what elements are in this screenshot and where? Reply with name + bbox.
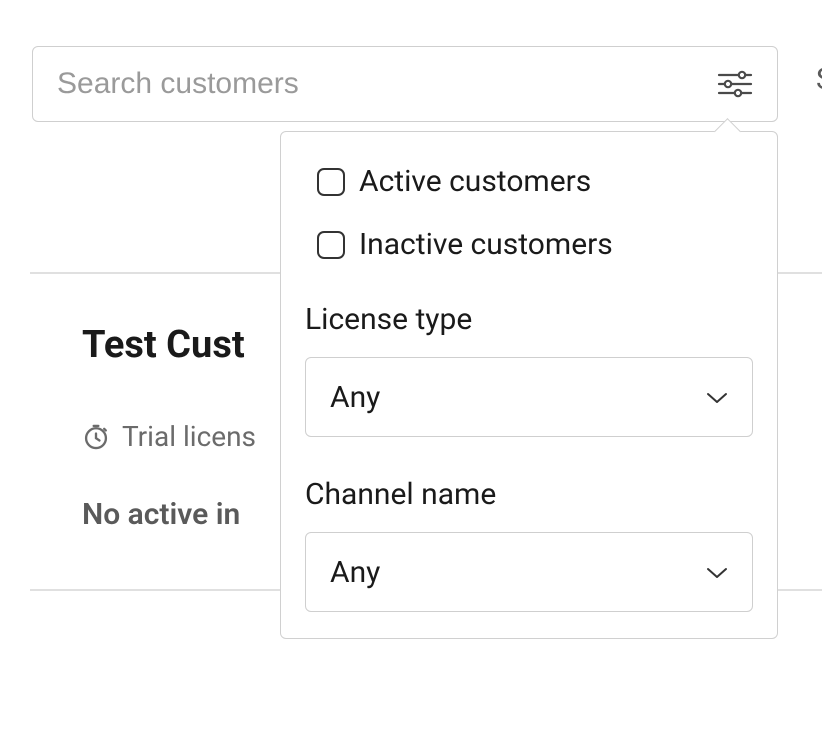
inactive-customers-checkbox-row[interactable]: Inactive customers xyxy=(305,227,753,262)
divider xyxy=(778,589,822,591)
channel-name-label: Channel name xyxy=(305,477,753,512)
divider xyxy=(30,589,280,591)
customer-name-heading: Test Cust xyxy=(82,323,245,367)
filter-icon[interactable] xyxy=(717,70,753,98)
clock-icon xyxy=(82,423,110,451)
trial-license-row: Trial licens xyxy=(82,420,256,453)
license-type-select[interactable]: Any xyxy=(305,357,753,437)
checkbox[interactable] xyxy=(317,168,345,196)
license-type-label: License type xyxy=(305,302,753,337)
search-input[interactable] xyxy=(57,67,717,101)
cutoff-text: S xyxy=(816,62,822,97)
no-active-instances-label: No active in xyxy=(82,497,240,532)
search-container xyxy=(32,46,778,122)
checkbox-label: Inactive customers xyxy=(359,227,613,262)
chevron-down-icon xyxy=(706,565,728,579)
select-value: Any xyxy=(330,380,380,415)
select-value: Any xyxy=(330,555,380,590)
divider xyxy=(778,272,822,274)
checkbox-label: Active customers xyxy=(359,164,591,199)
channel-name-select[interactable]: Any xyxy=(305,532,753,612)
checkbox[interactable] xyxy=(317,231,345,259)
active-customers-checkbox-row[interactable]: Active customers xyxy=(305,164,753,199)
trial-license-label: Trial licens xyxy=(122,420,256,453)
chevron-down-icon xyxy=(706,390,728,404)
divider xyxy=(30,272,280,274)
filter-popover: Active customers Inactive customers Lice… xyxy=(280,131,778,639)
